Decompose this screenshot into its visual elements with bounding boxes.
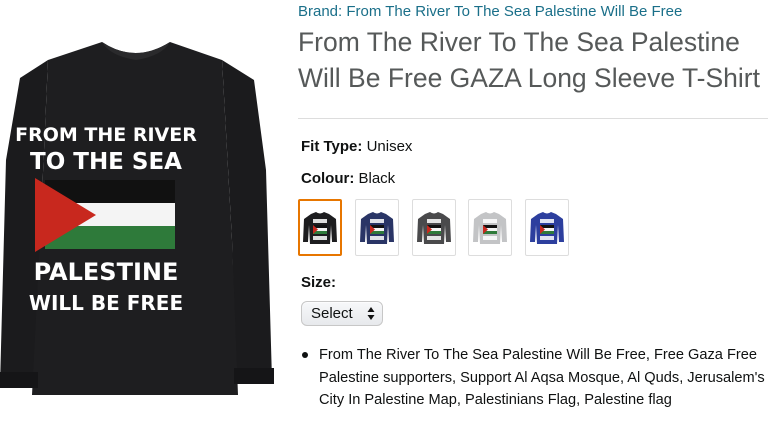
colour-label: Colour: — [301, 170, 355, 187]
long-sleeve-shirt-image: FROM THE RIVER TO THE SEA PALESTINE WILL… — [0, 42, 274, 395]
feature-bullet-text: From The River To The Sea Palestine Will… — [319, 347, 765, 408]
product-title-line-2: Will Be Free GAZA Long Sleeve T-Shirt — [298, 63, 760, 93]
fit-type-label: Fit Type: — [301, 138, 363, 155]
colour-swatch-dark-heather[interactable] — [412, 199, 456, 256]
feature-bullets: From The River To The Sea Palestine Will… — [301, 344, 767, 412]
size-label: Size: — [301, 274, 337, 291]
product-title-line-1: From The River To The Sea Palestine — [298, 27, 740, 57]
size-dropdown-value: Select — [311, 305, 353, 322]
shirt-print-line-2: TO THE SEA — [30, 149, 182, 175]
shirt-print-line-1: FROM THE RIVER — [15, 124, 197, 146]
product-title: From The River To The Sea Palestine Will… — [298, 24, 768, 96]
swatch-shirt-icon — [530, 211, 564, 244]
bullet-dot-icon — [302, 352, 308, 358]
dropdown-arrows-icon — [367, 307, 375, 320]
colour-value: Black — [358, 170, 396, 187]
colour-swatch-black[interactable] — [298, 199, 342, 256]
shirt-print-line-4: WILL BE FREE — [29, 291, 183, 315]
feature-bullet: From The River To The Sea Palestine Will… — [301, 344, 767, 412]
swatch-shirt-icon — [303, 211, 337, 244]
swatch-shirt-icon — [417, 211, 451, 244]
divider — [298, 118, 768, 119]
swatch-shirt-icon — [360, 211, 394, 244]
palestine-flag-print — [35, 178, 175, 252]
colour-row: Colour: Black — [301, 170, 395, 187]
brand-link[interactable]: Brand: From The River To The Sea Palesti… — [298, 3, 682, 20]
colour-swatch-grey-heather[interactable] — [468, 199, 512, 256]
fit-type-value: Unisex — [366, 138, 413, 155]
fit-type-row: Fit Type: Unisex — [301, 138, 412, 155]
colour-swatch-navy[interactable] — [355, 199, 399, 256]
shirt-print-line-3: PALESTINE — [34, 258, 179, 286]
product-image[interactable]: FROM THE RIVER TO THE SEA PALESTINE WILL… — [0, 0, 290, 432]
colour-swatch-royal-blue[interactable] — [525, 199, 569, 256]
swatch-shirt-icon — [473, 211, 507, 244]
size-dropdown[interactable]: Select — [301, 301, 383, 326]
